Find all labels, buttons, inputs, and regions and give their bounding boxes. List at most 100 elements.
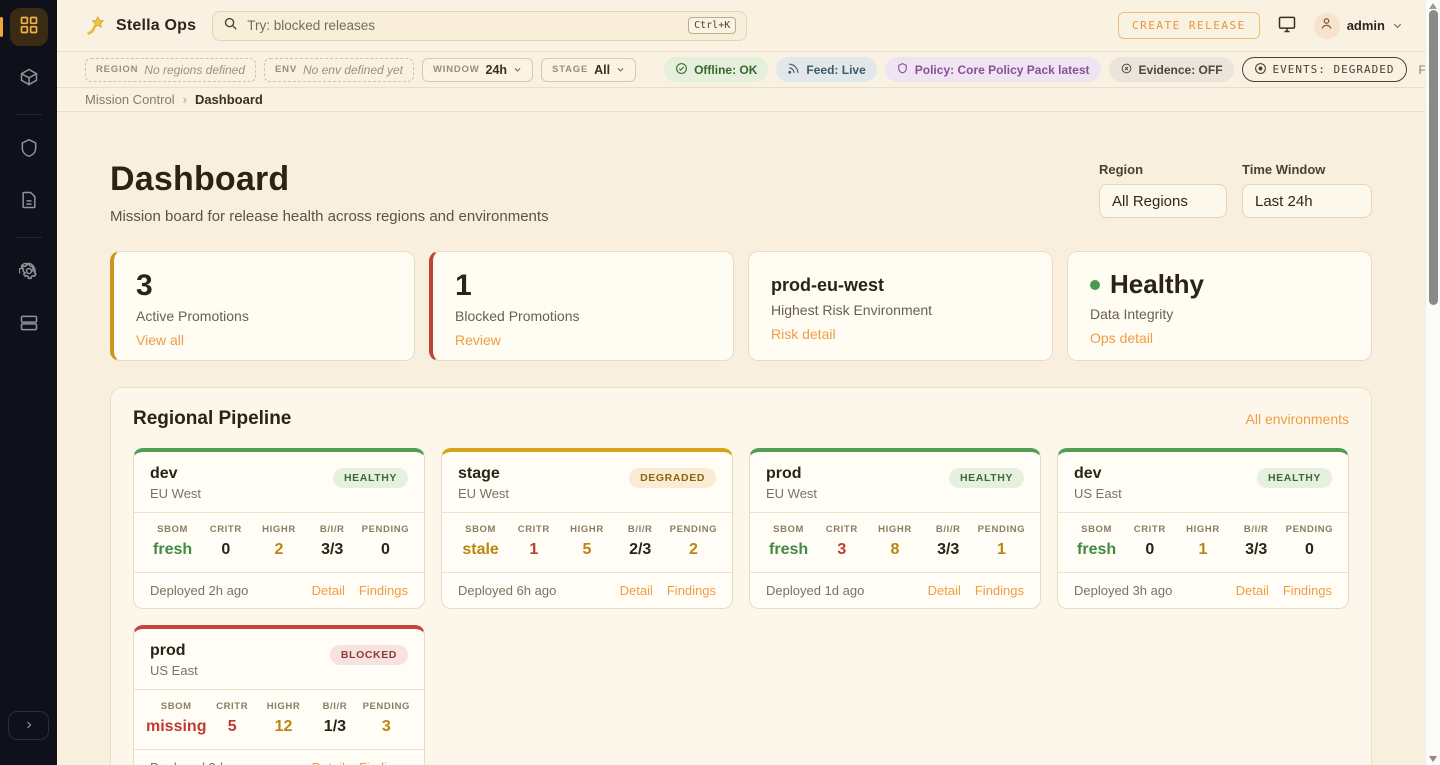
stat-value-sbom: missing bbox=[146, 718, 206, 736]
time-window-filter-select[interactable]: Last 24h bbox=[1242, 184, 1372, 218]
env-name: dev bbox=[1074, 465, 1122, 483]
stage-chip-label: STAGE bbox=[552, 64, 588, 75]
stat-label-sbom: SBOM bbox=[762, 524, 815, 535]
status-badge: HEALTHY bbox=[333, 468, 408, 488]
stat-value-pending: 1 bbox=[975, 541, 1028, 559]
stat-label-critr: CRITR bbox=[199, 524, 252, 535]
sidebar-item-security[interactable] bbox=[10, 131, 48, 169]
status-badge: DEGRADED bbox=[629, 468, 716, 488]
scroll-down-arrow-icon[interactable] bbox=[1429, 756, 1437, 762]
sidebar-item-documents[interactable] bbox=[10, 183, 48, 221]
create-release-button[interactable]: CREATE RELEASE bbox=[1118, 12, 1260, 39]
stat-value-pending: 2 bbox=[667, 541, 720, 559]
findings-link[interactable]: Findings bbox=[359, 760, 408, 765]
settings-gear-icon bbox=[19, 261, 39, 286]
env-region: EU West bbox=[458, 486, 509, 501]
display-mode-button[interactable] bbox=[1277, 14, 1297, 37]
detail-link[interactable]: Detail bbox=[928, 583, 961, 598]
sidebar-item-settings[interactable] bbox=[10, 254, 48, 292]
env-name: dev bbox=[150, 465, 201, 483]
chevron-right-icon bbox=[23, 718, 35, 734]
status-badge: HEALTHY bbox=[949, 468, 1024, 488]
chevron-down-icon bbox=[513, 65, 522, 74]
page-subtitle: Mission board for release health across … bbox=[110, 208, 549, 225]
pipeline-card-stage-eu-west: stage EU West DEGRADED SBOMstale CRITR1 … bbox=[441, 448, 733, 609]
stat-label-highr: HIGHR bbox=[560, 524, 613, 535]
env-context-chip[interactable]: ENV No env defined yet bbox=[264, 58, 414, 82]
risk-detail-link[interactable]: Risk detail bbox=[771, 326, 836, 342]
detail-link[interactable]: Detail bbox=[312, 583, 345, 598]
window-dropdown[interactable]: WINDOW 24h bbox=[422, 58, 533, 82]
monitor-icon bbox=[1277, 14, 1297, 37]
active-promotions-value: 3 bbox=[136, 269, 392, 302]
stage-dropdown[interactable]: STAGE All bbox=[541, 58, 636, 82]
breadcrumb-mission-control[interactable]: Mission Control bbox=[85, 92, 175, 107]
detail-link[interactable]: Detail bbox=[620, 583, 653, 598]
sidebar-item-dashboard[interactable] bbox=[10, 8, 48, 46]
findings-link[interactable]: Findings bbox=[1283, 583, 1332, 598]
pipeline-grid: dev EU West HEALTHY SBOM fresh CRITR 0 HIG… bbox=[133, 448, 1349, 765]
sidebar-collapse-button[interactable] bbox=[8, 711, 49, 740]
stat-value-highr: 2 bbox=[252, 541, 305, 559]
stat-value-critr: 1 bbox=[507, 541, 560, 559]
stat-value-highr: 5 bbox=[560, 541, 613, 559]
view-all-link[interactable]: View all bbox=[136, 332, 184, 348]
region-context-chip[interactable]: REGION No regions defined bbox=[85, 58, 256, 82]
env-name: prod bbox=[766, 465, 817, 483]
detail-link[interactable]: Detail bbox=[1236, 583, 1269, 598]
user-menu[interactable]: admin bbox=[1314, 13, 1403, 39]
scroll-up-arrow-icon[interactable] bbox=[1429, 3, 1437, 9]
region-filter-select[interactable]: All Regions bbox=[1099, 184, 1227, 218]
findings-link[interactable]: Findings bbox=[667, 583, 716, 598]
data-integrity-card: Healthy Data Integrity Ops detail bbox=[1067, 251, 1372, 361]
stat-value-highr: 12 bbox=[258, 718, 309, 736]
findings-link[interactable]: Findings bbox=[359, 583, 408, 598]
page-content: Dashboard Mission board for release heal… bbox=[57, 112, 1425, 765]
user-icon bbox=[1319, 16, 1334, 36]
stat-value-critr: 0 bbox=[199, 541, 252, 559]
breadcrumb-dashboard: Dashboard bbox=[195, 92, 263, 107]
stat-value-sbom: fresh bbox=[762, 541, 815, 559]
region-filter-label: Region bbox=[1099, 162, 1227, 177]
env-chip-value: No env defined yet bbox=[303, 63, 403, 77]
brand[interactable]: Stella Ops bbox=[85, 15, 196, 37]
all-environments-link[interactable]: All environments bbox=[1246, 411, 1350, 427]
env-region: EU West bbox=[766, 486, 817, 501]
detail-link[interactable]: Detail bbox=[312, 760, 345, 765]
feed-status-pill[interactable]: Feed: Live bbox=[776, 57, 876, 82]
review-link[interactable]: Review bbox=[455, 332, 501, 348]
status-badge: HEALTHY bbox=[1257, 468, 1332, 488]
sidebar-item-infrastructure[interactable] bbox=[10, 306, 48, 344]
events-status-pill[interactable]: EVENTS: DEGRADED bbox=[1242, 57, 1407, 82]
stat-value-highr: 8 bbox=[868, 541, 921, 559]
sidebar bbox=[0, 0, 57, 765]
stat-value-bir: 3/3 bbox=[1230, 541, 1283, 559]
chevron-down-icon bbox=[1392, 20, 1403, 31]
stat-value-sbom: stale bbox=[454, 541, 507, 559]
scrollbar-thumb[interactable] bbox=[1429, 10, 1438, 305]
stat-value-critr: 5 bbox=[206, 718, 257, 736]
shield-icon bbox=[19, 138, 39, 163]
brand-name: Stella Ops bbox=[116, 17, 196, 35]
stat-label-critr: CRITR bbox=[507, 524, 560, 535]
comet-logo-icon bbox=[85, 15, 107, 37]
ops-detail-link[interactable]: Ops detail bbox=[1090, 330, 1153, 346]
pipeline-card-prod-eu-west: prod EU West HEALTHY SBOMfresh CRITR3 HI… bbox=[749, 448, 1041, 609]
data-integrity-value: Healthy bbox=[1090, 269, 1349, 300]
stat-label-highr: HIGHR bbox=[252, 524, 305, 535]
env-chip-label: ENV bbox=[275, 64, 297, 75]
regional-pipeline-panel: Regional Pipeline All environments dev E… bbox=[110, 387, 1372, 765]
stat-label-sbom: SBOM bbox=[454, 524, 507, 535]
offline-status-text: Offline: OK bbox=[694, 63, 757, 77]
evidence-status-pill[interactable]: Evidence: OFF bbox=[1109, 57, 1234, 82]
highest-risk-card: prod-eu-west Highest Risk Environment Ri… bbox=[748, 251, 1053, 361]
shield-icon bbox=[896, 62, 909, 78]
offline-status-pill[interactable]: Offline: OK bbox=[664, 57, 768, 82]
findings-link[interactable]: Findings bbox=[975, 583, 1024, 598]
stat-label-bir: B/I/R bbox=[1230, 524, 1283, 535]
global-search[interactable]: Ctrl+K bbox=[212, 11, 747, 41]
sidebar-item-packages[interactable] bbox=[10, 60, 48, 98]
policy-status-pill[interactable]: Policy: Core Policy Pack latest bbox=[885, 57, 1101, 82]
search-input[interactable] bbox=[247, 18, 679, 33]
vertical-scrollbar[interactable] bbox=[1425, 0, 1440, 765]
